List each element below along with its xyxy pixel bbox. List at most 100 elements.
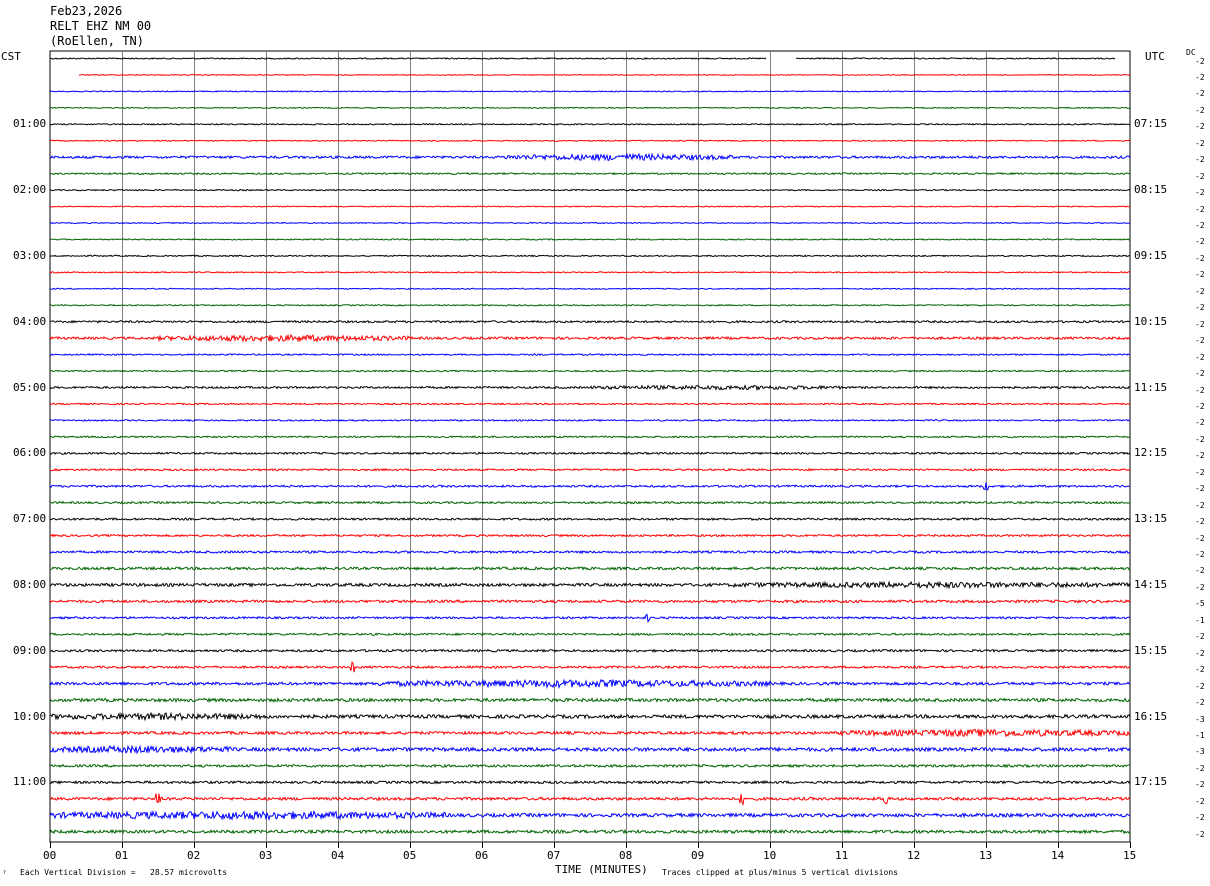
- dc-offset-label: -2: [1195, 418, 1205, 428]
- dc-offset-label: -2: [1195, 698, 1205, 708]
- vertical-scale-note: Each Vertical Division = 28.57 microvolt…: [20, 868, 228, 877]
- dc-offset-label: -2: [1195, 648, 1205, 658]
- dc-offset-label: -2: [1195, 681, 1205, 691]
- dc-offset-label: -2: [1195, 89, 1205, 99]
- dc-offset-label: -2: [1195, 155, 1205, 165]
- dc-offset-label: -2: [1195, 72, 1205, 82]
- trace-5: [49, 122, 1131, 126]
- dc-offset-label: -2: [1195, 517, 1205, 527]
- x-tick-label: 00: [43, 849, 57, 862]
- right-hour-label: 14:15: [1134, 577, 1168, 591]
- x-tick-label: 06: [475, 849, 489, 862]
- dc-offset-label: -1: [1195, 730, 1205, 740]
- clip-note: Traces clipped at plus/minus 5 vertical …: [662, 868, 899, 877]
- left-hour-label: 10:00: [13, 709, 47, 723]
- trace-16: [49, 303, 1131, 307]
- left-hour-label: 04:00: [13, 314, 47, 328]
- trace-21: [49, 384, 1130, 392]
- left-hour-label: 09:00: [13, 643, 47, 657]
- x-tick-label: 09: [691, 849, 705, 862]
- right-hour-label: 16:15: [1134, 709, 1168, 723]
- trace-25: [49, 451, 1131, 456]
- x-tick-label: 08: [619, 849, 633, 862]
- right-hour-label: 11:15: [1134, 380, 1168, 394]
- corner-mark: ˀ: [2, 870, 7, 879]
- trace-33: [49, 580, 1131, 590]
- dc-offset-label: -3: [1195, 714, 1205, 724]
- trace-4: [49, 106, 1131, 109]
- dc-offset-label: -2: [1195, 221, 1205, 230]
- trace-41: [49, 711, 1131, 722]
- dc-offset-label: -2: [1195, 813, 1205, 823]
- dc-offset-label: -3: [1195, 747, 1205, 757]
- dc-offset-label: -2: [1195, 319, 1205, 329]
- trace-18: [49, 333, 1131, 343]
- trace-3: [49, 90, 1131, 93]
- trace-30: [49, 533, 1131, 538]
- x-tick-label: 07: [547, 849, 561, 862]
- left-hour-label: 02:00: [13, 183, 47, 197]
- left-hour-label: 01:00: [13, 117, 47, 131]
- trace-14: [49, 271, 1131, 274]
- trace-2: [79, 74, 1131, 76]
- plot-frame: [49, 50, 1131, 843]
- dc-offset-label: -2: [1195, 303, 1205, 313]
- x-tick-label: 12: [907, 849, 921, 862]
- record-date: Feb23,2026: [50, 4, 123, 18]
- dc-offset-label: -2: [1195, 204, 1205, 214]
- dc-offset-label: -2: [1195, 171, 1205, 181]
- x-tick-label: 15: [1123, 849, 1137, 862]
- trace-31: [49, 549, 1131, 555]
- dc-header-label: DC: [1186, 48, 1196, 57]
- station-location: (RoEllen, TN): [50, 34, 144, 48]
- trace-29: [49, 517, 1131, 522]
- dc-offset-label: -2: [1195, 56, 1205, 66]
- dc-offset-label: -2: [1195, 582, 1205, 592]
- trace-23: [49, 418, 1131, 422]
- dc-offset-label: -5: [1195, 599, 1205, 609]
- trace-11: [49, 221, 1131, 225]
- dc-offset-label: -2: [1195, 780, 1205, 790]
- dc-offset-label: -2: [1195, 369, 1205, 379]
- left-hour-label: 08:00: [13, 577, 47, 591]
- dc-offset-label: -2: [1195, 105, 1205, 115]
- trace-28: [49, 500, 1131, 505]
- trace-26: [49, 467, 1131, 472]
- trace-43: [49, 744, 1131, 755]
- trace-1: [49, 57, 1116, 60]
- left-hour-label: 11:00: [13, 775, 47, 789]
- trace-17: [49, 319, 1131, 324]
- trace-35: [49, 613, 1131, 623]
- dc-offset-label: -2: [1195, 665, 1205, 675]
- trace-37: [49, 648, 1131, 653]
- trace-48: [49, 828, 1131, 835]
- trace-34: [49, 599, 1131, 604]
- left-timezone-label: CST: [1, 50, 21, 63]
- trace-45: [49, 780, 1131, 785]
- trace-15: [49, 287, 1131, 290]
- x-tick-label: 14: [1051, 849, 1065, 862]
- x-tick-label: 13: [979, 849, 993, 862]
- dc-offset-label: -2: [1195, 451, 1205, 461]
- trace-24: [49, 435, 1131, 439]
- x-tick-label: 03: [259, 849, 273, 862]
- dc-offset-label: -1: [1195, 615, 1205, 625]
- left-hour-label: 05:00: [13, 380, 47, 394]
- dc-offset-label: -2: [1195, 336, 1205, 346]
- right-hour-label: 08:15: [1134, 183, 1168, 197]
- dc-offset-label: -2: [1195, 763, 1205, 773]
- dc-offset-label: -2: [1195, 533, 1205, 543]
- dc-offset-label: -2: [1195, 500, 1205, 510]
- dc-offset-label: -2: [1195, 550, 1205, 559]
- dc-offset-label: -2: [1195, 270, 1205, 280]
- right-hour-label: 15:15: [1134, 643, 1168, 657]
- trace-22: [49, 402, 1131, 406]
- trace-9: [49, 188, 1131, 192]
- trace-40: [49, 697, 1131, 704]
- dc-offset-label: -2: [1195, 484, 1205, 494]
- x-tick-label: 01: [115, 849, 129, 862]
- right-hour-label: 17:15: [1134, 775, 1168, 789]
- trace-7: [49, 152, 1131, 162]
- station-code: RELT EHZ NM 00: [50, 19, 152, 33]
- dc-offset-label: -2: [1195, 829, 1205, 839]
